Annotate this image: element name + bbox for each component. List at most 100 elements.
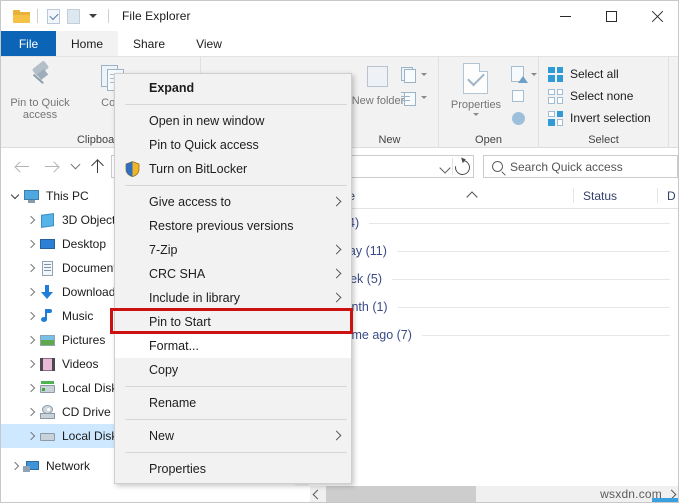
group-rule	[392, 279, 670, 280]
ribbon-group-label-new: New	[341, 134, 438, 146]
menu-item-give-access-to[interactable]: Give access to	[115, 190, 351, 214]
chevron-down-icon[interactable]	[473, 113, 479, 116]
scroll-left-icon[interactable]	[313, 490, 323, 500]
file-group-header[interactable]: Last week (5)	[295, 265, 679, 293]
menu-item-pin-to-quick-access[interactable]: Pin to Quick access	[115, 133, 351, 157]
ribbon-group-open: Properties Open	[439, 57, 539, 148]
new-folder-label: New folder	[352, 95, 405, 107]
history-icon	[509, 109, 528, 128]
column-header-row: Name Status D	[295, 184, 679, 209]
menu-item-restore-previous-versions[interactable]: Restore previous versions	[115, 214, 351, 238]
new-group-small-buttons	[399, 65, 427, 107]
tree-item-label: Music	[62, 309, 93, 323]
shield-icon	[125, 161, 140, 177]
menu-item-label: New	[149, 429, 174, 443]
new-item-button[interactable]	[399, 65, 427, 84]
group-rule	[369, 223, 670, 224]
expand-toggle-icon[interactable]	[23, 260, 39, 276]
expand-toggle-icon[interactable]	[23, 380, 39, 396]
videos-icon	[39, 356, 56, 373]
chevron-down-icon[interactable]	[421, 73, 427, 76]
forward-button[interactable]	[39, 154, 63, 178]
local-disk-icon	[39, 380, 56, 397]
file-list-pane[interactable]: Today (4) Yesterday (11) Last week (5) L…	[295, 209, 679, 486]
file-group-header[interactable]: Today (4)	[295, 209, 679, 237]
refresh-icon[interactable]	[452, 157, 473, 178]
easy-access-button[interactable]	[399, 88, 427, 107]
expand-toggle-icon[interactable]	[23, 236, 39, 252]
invert-selection-icon	[548, 111, 563, 126]
tab-view[interactable]: View	[180, 31, 238, 57]
pictures-icon	[39, 332, 56, 349]
expand-toggle-icon[interactable]	[23, 332, 39, 348]
submenu-arrow-icon	[332, 293, 342, 303]
menu-item-crc-sha[interactable]: CRC SHA	[115, 262, 351, 286]
menu-item-format[interactable]: Format...	[115, 334, 351, 358]
close-button[interactable]	[634, 1, 679, 31]
select-none-label: Select none	[570, 89, 633, 103]
menu-item-expand[interactable]: Expand	[115, 76, 351, 100]
column-header-status[interactable]: Status	[583, 189, 617, 203]
address-dropdown-icon[interactable]	[439, 162, 450, 173]
customize-caret-icon[interactable]	[83, 6, 103, 26]
file-group-header[interactable]: Last month (1)	[295, 293, 679, 321]
pin-to-quick-access-button[interactable]: Pin to Quick access	[3, 62, 77, 121]
open-button[interactable]	[509, 65, 537, 84]
expand-toggle-icon[interactable]	[23, 284, 39, 300]
menu-item-rename[interactable]: Rename	[115, 391, 351, 415]
tab-share[interactable]: Share	[118, 31, 180, 57]
minimize-button[interactable]	[542, 1, 588, 31]
menu-item-7-zip[interactable]: 7-Zip	[115, 238, 351, 262]
search-box[interactable]: Search Quick access	[483, 155, 678, 178]
menu-item-turn-on-bitlocker[interactable]: Turn on BitLocker	[115, 157, 351, 181]
history-button[interactable]	[509, 109, 537, 128]
expand-toggle-icon[interactable]	[7, 458, 23, 474]
scrollbar-thumb[interactable]	[326, 486, 476, 503]
recent-locations-button[interactable]	[63, 154, 87, 178]
downloads-icon	[39, 284, 56, 301]
properties-button[interactable]: Properties	[439, 62, 513, 116]
sort-ascending-icon	[466, 191, 477, 202]
maximize-button[interactable]	[588, 1, 634, 31]
back-button[interactable]	[10, 154, 34, 178]
menu-item-properties[interactable]: Properties	[115, 457, 351, 481]
select-none-button[interactable]: Select none	[548, 87, 651, 105]
music-icon	[39, 308, 56, 325]
file-group-header[interactable]: Yesterday (11)	[295, 237, 679, 265]
expand-toggle-icon[interactable]	[23, 428, 39, 444]
menu-separator	[125, 419, 347, 420]
title-bar: File Explorer	[1, 1, 679, 31]
menu-item-pin-to-start[interactable]: Pin to Start	[115, 310, 351, 334]
new-folder-icon[interactable]	[63, 6, 83, 26]
menu-item-open-in-new-window[interactable]: Open in new window	[115, 109, 351, 133]
open-group-small-buttons	[509, 65, 537, 128]
menu-item-new[interactable]: New	[115, 424, 351, 448]
up-arrow-icon	[91, 159, 103, 173]
invert-selection-button[interactable]: Invert selection	[548, 109, 651, 127]
column-header-date[interactable]: D	[667, 189, 676, 203]
file-group-header[interactable]: A long time ago (7)	[295, 321, 679, 349]
expand-toggle-icon[interactable]	[23, 212, 39, 228]
tree-item-label: Downloads	[62, 285, 121, 299]
expand-toggle-icon[interactable]	[7, 188, 23, 204]
column-divider[interactable]	[657, 188, 658, 203]
properties-icon[interactable]	[43, 6, 63, 26]
select-all-label: Select all	[570, 67, 619, 81]
menu-item-include-in-library[interactable]: Include in library	[115, 286, 351, 310]
edit-button[interactable]	[509, 87, 537, 106]
select-all-button[interactable]: Select all	[548, 65, 651, 83]
chevron-down-icon[interactable]	[421, 96, 427, 99]
ribbon-tabstrip: File Home Share View ?	[1, 31, 679, 57]
column-divider[interactable]	[573, 188, 574, 203]
expand-toggle-icon[interactable]	[23, 308, 39, 324]
up-one-level-button[interactable]	[85, 154, 109, 178]
expand-toggle-icon[interactable]	[23, 356, 39, 372]
menu-item-copy[interactable]: Copy	[115, 358, 351, 382]
menu-item-label: CRC SHA	[149, 267, 205, 281]
chevron-down-icon[interactable]	[531, 73, 537, 76]
menu-item-label: Give access to	[149, 195, 231, 209]
expand-toggle-icon[interactable]	[23, 404, 39, 420]
tab-file[interactable]: File	[1, 31, 56, 57]
menu-separator	[125, 104, 347, 105]
tab-home[interactable]: Home	[56, 31, 118, 57]
